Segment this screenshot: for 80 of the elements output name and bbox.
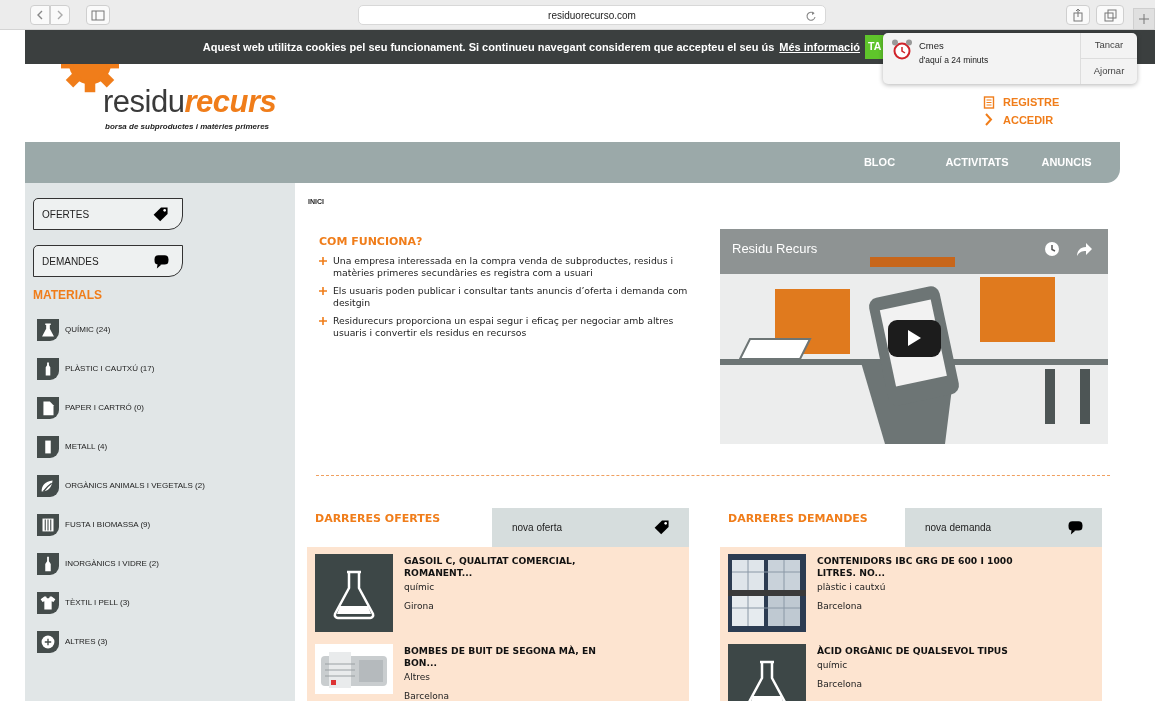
bullet-text: Residurecurs proporciona un espai segur i eficaç per negociar amb altres usuaris i convertir els residus en recursos	[333, 315, 675, 339]
listing-city: Barcelona	[817, 600, 863, 613]
new-request-button[interactable]: nova demanda	[905, 507, 1102, 547]
bullet-text: Una empresa interessada en la compra venda de subproductes, residus i matèries primeres secundàries es registra com a usuari	[333, 255, 675, 279]
leaf-icon	[37, 474, 59, 497]
listing-title[interactable]: BOMBES DE BUIT DE SEGONA MÀ, EN BON...	[404, 644, 624, 669]
alarm-clock-icon	[891, 39, 913, 61]
flask-icon	[315, 553, 393, 632]
listing-category: químic	[404, 580, 436, 594]
bottle-icon	[37, 357, 59, 380]
bullet-text: Els usuaris poden publicar i consultar tants anuncis d’oferta i demanda com desitgin	[333, 285, 689, 309]
notification-action[interactable]: Ajornar	[1081, 59, 1137, 84]
notification-title: Cmes	[919, 39, 945, 53]
sidebar-button[interactable]	[86, 5, 110, 25]
more-info-link[interactable]: Més informació	[779, 38, 860, 56]
new-offer-button[interactable]: nova oferta	[492, 507, 689, 547]
bottle-icon	[37, 552, 59, 575]
plus-icon	[319, 287, 327, 295]
material-link[interactable]: QUÍMIC (24)	[33, 310, 287, 349]
speech-bubble-icon	[1067, 518, 1084, 536]
tag-icon	[653, 518, 671, 536]
material-link[interactable]: PAPER I CARTRÓ (0)	[33, 388, 287, 427]
sidebar-icon	[91, 9, 105, 21]
back-icon	[35, 9, 45, 21]
tabs-button[interactable]	[1096, 5, 1124, 25]
material-link[interactable]: ALTRES (3)	[33, 622, 287, 661]
tabs-icon	[1103, 8, 1117, 22]
listing-city: Barcelona	[817, 678, 863, 691]
notification-subtitle: d'aquí a 24 minuts	[919, 54, 989, 67]
forward-button[interactable]	[50, 5, 70, 25]
plus-icon	[1139, 14, 1149, 24]
listing-category: plàstic i cautxú	[817, 580, 887, 594]
listing-category: químic	[817, 658, 849, 672]
tag-icon	[152, 205, 170, 223]
listing-category: Altres	[404, 670, 431, 684]
sidebar-button[interactable]: OFERTES	[33, 198, 183, 230]
section-heading: COM FUNCIONA?	[319, 233, 424, 250]
notification-action[interactable]: Tancar	[1081, 33, 1137, 59]
section-heading: MATERIALS	[33, 287, 104, 304]
logo-text[interactable]: residurecurs	[103, 86, 277, 117]
address-bar[interactable]: residuorecurso.com	[358, 5, 826, 25]
flask-icon	[37, 318, 59, 341]
material-link[interactable]: PLÀSTIC I CAUTXÚ (17)	[33, 349, 287, 388]
address-text[interactable]: residuorecurso.com	[548, 7, 636, 23]
play-button[interactable]	[888, 319, 941, 357]
document-icon	[37, 396, 59, 419]
can-icon	[37, 435, 59, 458]
video-title: Residu Recurs	[732, 239, 818, 258]
chevron-icon	[983, 113, 995, 127]
material-link[interactable]: INORGÀNICS I VIDRE (2)	[33, 544, 287, 583]
back-button[interactable]	[30, 5, 50, 25]
material-link[interactable]: ORGÀNICS ANIMALS I VEGETALS (2)	[33, 466, 287, 505]
speech-bubble-icon	[153, 252, 170, 270]
new-tab-button[interactable]	[1133, 8, 1155, 30]
shirt-icon	[37, 591, 59, 614]
material-link[interactable]: FUSTA I BIOMASSA (9)	[33, 505, 287, 544]
section-heading: DARRERES DEMANDES	[728, 510, 868, 527]
form-icon	[983, 95, 995, 109]
share-button[interactable]	[1066, 5, 1090, 25]
plus-icon	[319, 317, 327, 325]
sidebar-button[interactable]: DEMANDES	[33, 245, 183, 277]
crate-icon	[37, 513, 59, 536]
material-link[interactable]: METALL (4)	[33, 427, 287, 466]
listing-title[interactable]: GASOIL C, QUALITAT COMERCIAL, ROMANENT...	[404, 554, 624, 579]
listing-city: Girona	[404, 600, 435, 613]
clock-icon[interactable]	[1044, 240, 1060, 257]
flask-icon	[728, 643, 806, 701]
share-icon[interactable]	[1076, 240, 1092, 257]
listing-title[interactable]: ÀCID ORGÀNIC DE QUALSEVOL TIPUS	[817, 644, 1037, 657]
logo-tagline: borsa de subproductes i matèries primeres	[105, 121, 270, 133]
section-heading: DARRERES OFERTES	[315, 510, 441, 527]
cookie-message: Aquest web utilitza cookies pel seu funcionament. Si continueu navegant considerem que accepteu el seu ús	[202, 39, 775, 55]
listing-title[interactable]: CONTENIDORS IBC GRG DE 600 I 1000 LITRES. NO...	[817, 554, 1037, 579]
material-link[interactable]: TÈXTIL I PELL (3)	[33, 583, 287, 622]
plus-icon	[319, 257, 327, 265]
share-icon	[1072, 8, 1084, 22]
forward-icon	[55, 9, 65, 21]
listing-city: Barcelona	[404, 690, 450, 701]
reload-icon[interactable]	[805, 10, 817, 22]
play-icon	[908, 330, 921, 346]
